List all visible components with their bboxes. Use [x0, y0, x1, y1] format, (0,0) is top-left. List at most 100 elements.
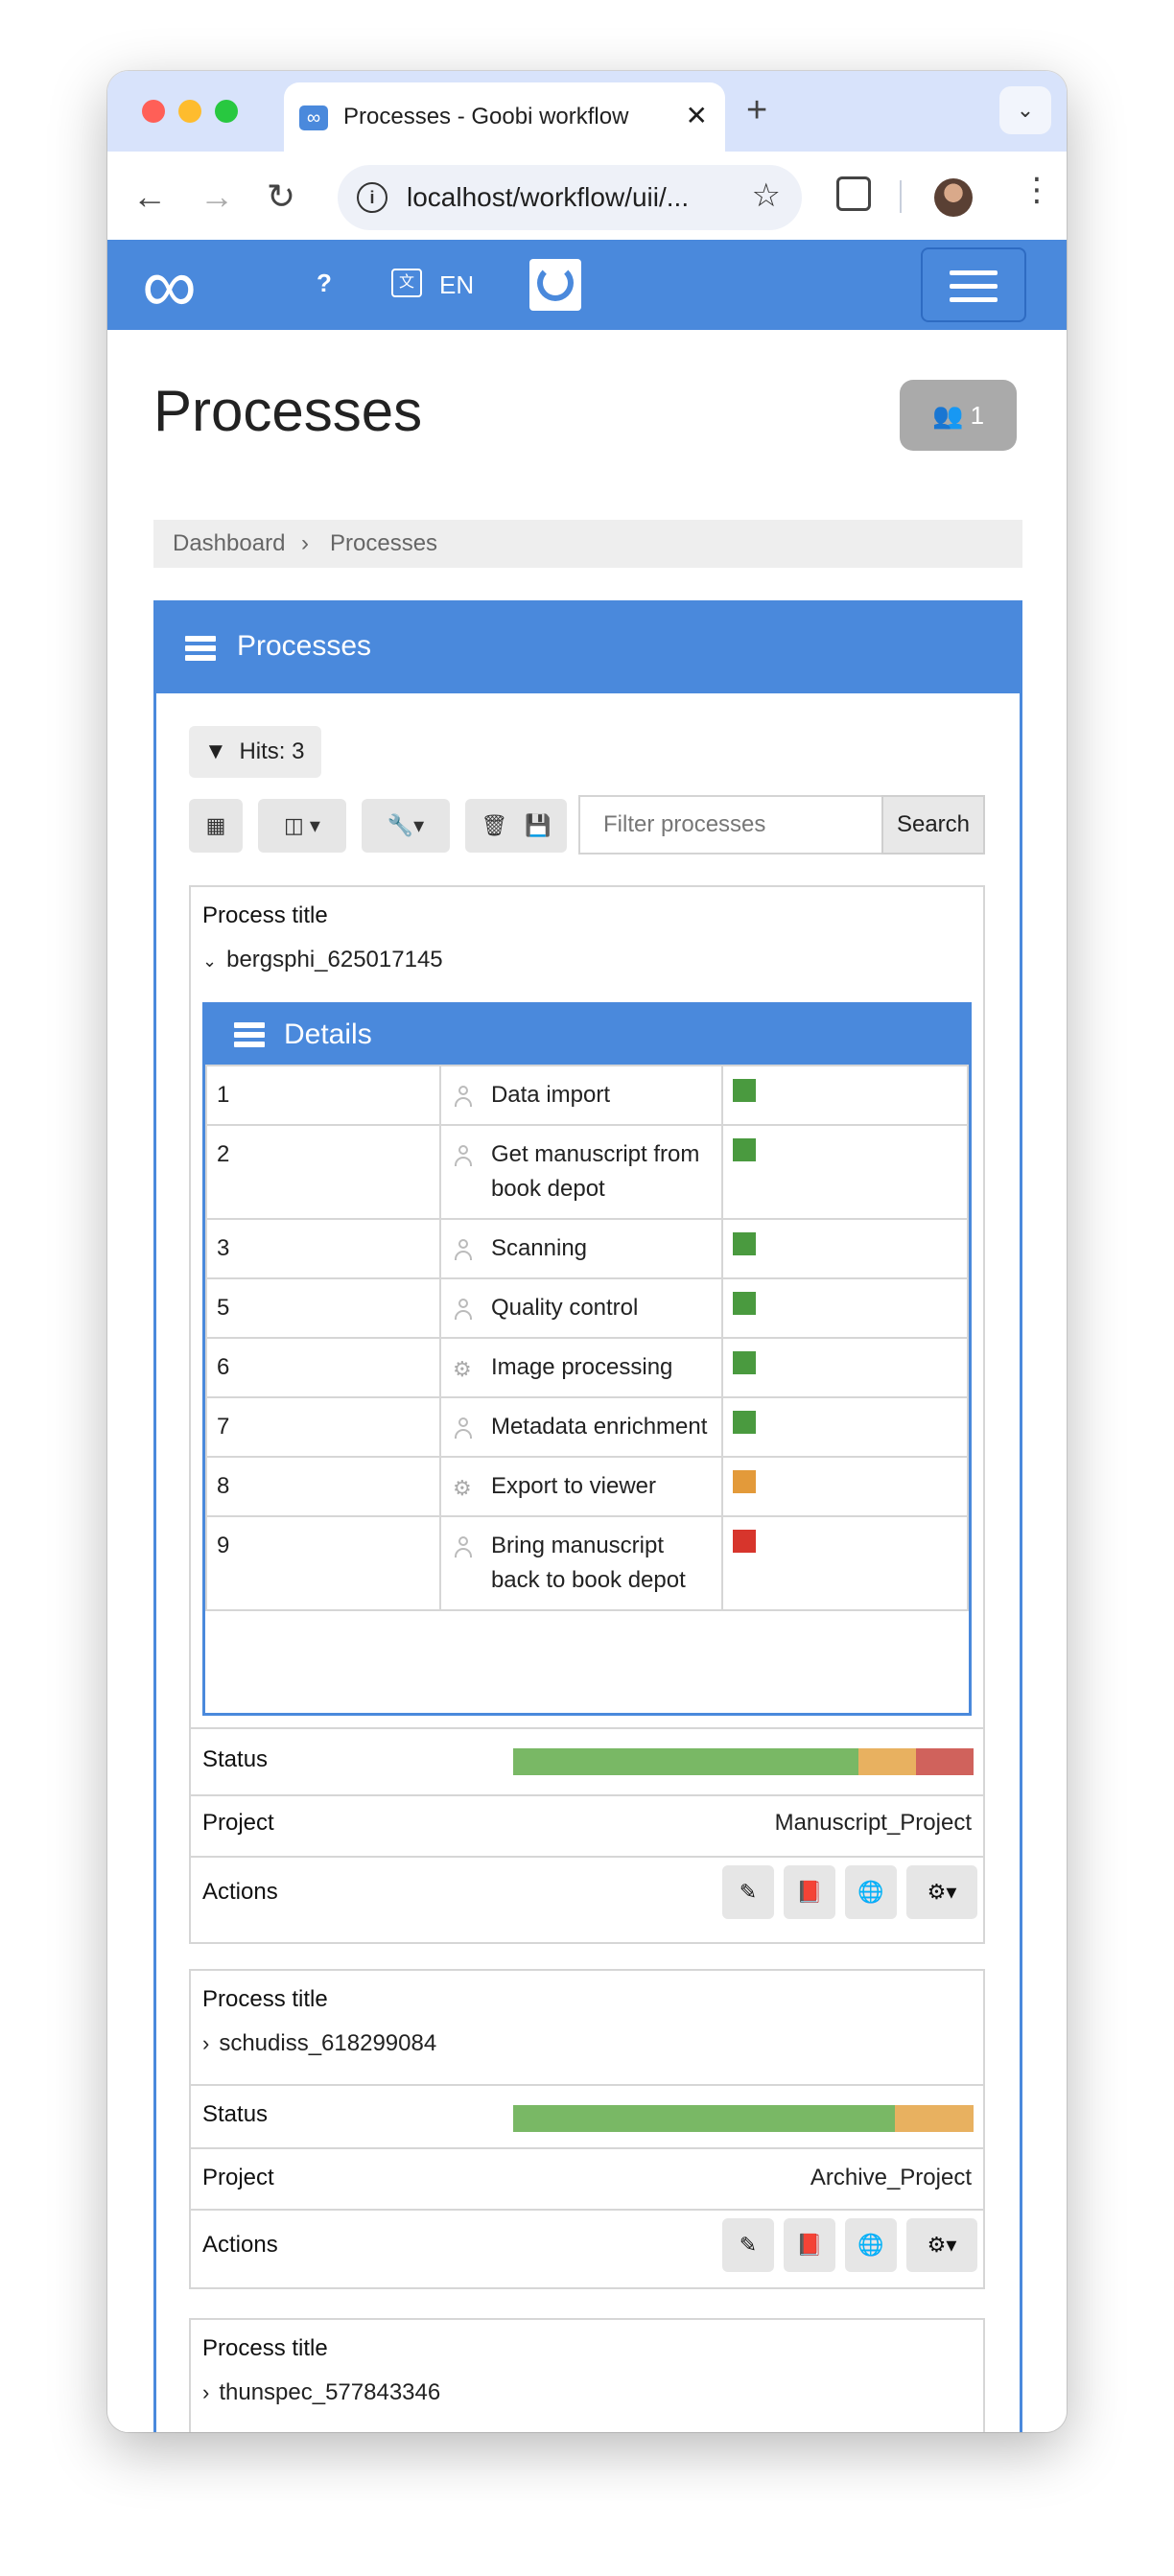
step-row: 2 Get manuscript from book depot	[205, 1124, 969, 1220]
processes-box: Processes ▼ Hits: 3 ▦ ◫ ▾ 🔧▾ 🗑 💾 Filter p…	[153, 600, 1022, 2432]
status-segment-open	[895, 2105, 974, 2132]
grid-view-button[interactable]: ▦	[189, 799, 243, 853]
step-number: 1	[205, 1065, 441, 1126]
columns-dropdown-button[interactable]: ◫ ▾	[258, 799, 346, 853]
step-number: 8	[205, 1456, 441, 1517]
hamburger-menu-button[interactable]	[921, 247, 1026, 322]
step-status	[721, 1277, 969, 1339]
status-progress-bar	[513, 1748, 974, 1775]
close-window-button[interactable]	[142, 100, 165, 123]
save-icon[interactable]: 💾	[525, 813, 551, 837]
project-label: Project	[202, 2165, 274, 2190]
edit-pencil-icon[interactable]: ✎	[722, 1865, 774, 1919]
site-info-icon[interactable]: i	[357, 182, 387, 213]
chevron-right-icon[interactable]: ›	[202, 2380, 209, 2404]
step-row: 7 Metadata enrichment	[205, 1396, 969, 1458]
step-status-square	[733, 1411, 757, 1434]
step-status	[721, 1396, 969, 1458]
metadata-book-icon[interactable]: 📕	[784, 1865, 835, 1919]
actions-label: Actions	[202, 2232, 278, 2258]
details-header: Details	[205, 1005, 969, 1065]
step-task[interactable]: Data import	[438, 1065, 724, 1126]
step-status-square	[733, 1351, 757, 1374]
goobi-logo-icon[interactable]: ∞	[142, 247, 197, 324]
delete-save-button-group: 🗑 💾	[465, 799, 567, 853]
user-task-icon	[454, 1239, 472, 1260]
profile-avatar[interactable]	[934, 178, 973, 217]
process-title-value[interactable]: › schudiss_618299084	[202, 2030, 436, 2057]
new-tab-icon[interactable]: +	[746, 90, 767, 131]
step-task[interactable]: Metadata enrichment	[438, 1396, 724, 1458]
settings-gear-dropdown-icon[interactable]: ⚙▾	[906, 2218, 977, 2272]
step-status	[721, 1124, 969, 1220]
step-task[interactable]: Quality control	[438, 1277, 724, 1339]
user-task-icon	[454, 1536, 472, 1557]
trash-icon[interactable]: 🗑	[481, 813, 507, 837]
step-status	[721, 1515, 969, 1611]
process-title-label: Process title	[202, 902, 328, 928]
minimize-window-button[interactable]	[178, 100, 201, 123]
bookmark-star-icon[interactable]: ☆	[752, 176, 781, 215]
tab-strip: ∞ Processes - Goobi workflow ✕ + ⌄	[107, 71, 1067, 152]
browser-menu-icon[interactable]: ⋮	[1021, 171, 1053, 209]
globe-icon[interactable]: 🌐	[845, 2218, 897, 2272]
chevron-right-icon[interactable]: ›	[202, 2031, 209, 2055]
language-icon[interactable]: 文	[391, 269, 422, 297]
reload-icon[interactable]: ↻	[267, 176, 295, 217]
status-segment-done	[513, 1748, 858, 1775]
search-button[interactable]: Search	[881, 795, 985, 855]
step-row: 5 Quality control	[205, 1277, 969, 1339]
close-tab-icon[interactable]: ✕	[686, 100, 708, 131]
breadcrumb-item-processes: Processes	[330, 530, 438, 556]
maximize-window-button[interactable]	[215, 100, 238, 123]
step-task[interactable]: ⚙ Image processing	[438, 1337, 724, 1398]
institution-logo-icon[interactable]	[529, 259, 581, 311]
process-card: Process title ⌄ bergsphi_625017145 Detail…	[189, 885, 985, 1944]
help-link[interactable]: ?	[317, 269, 332, 298]
tab-search-chevron-icon[interactable]: ⌄	[999, 86, 1051, 134]
filter-processes-input[interactable]: Filter processes	[578, 795, 881, 855]
settings-gear-dropdown-icon[interactable]: ⚙▾	[906, 1865, 977, 1919]
columns-icon: ◫ ▾	[284, 813, 320, 837]
project-value: Archive_Project	[810, 2165, 972, 2190]
step-task-label: Data import	[490, 1082, 610, 1108]
app-navbar: ∞ ? 文 EN	[107, 240, 1067, 330]
step-task-label: Metadata enrichment	[490, 1414, 708, 1440]
breadcrumb-item-dashboard[interactable]: Dashboard	[173, 520, 285, 568]
divider	[191, 1794, 983, 1796]
extensions-icon[interactable]	[836, 176, 871, 211]
metadata-book-icon[interactable]: 📕	[784, 2218, 835, 2272]
process-title-value[interactable]: ⌄ bergsphi_625017145	[202, 947, 443, 973]
address-bar[interactable]: i localhost/workflow/uii/... ☆	[338, 165, 802, 230]
step-status-square	[733, 1530, 757, 1553]
chevron-down-icon[interactable]: ⌄	[202, 951, 217, 971]
tools-dropdown-button[interactable]: 🔧▾	[362, 799, 450, 853]
step-task[interactable]: Bring manuscript back to book depot	[438, 1515, 724, 1611]
tasks-list-icon	[185, 636, 216, 661]
divider	[191, 2147, 983, 2149]
step-status	[721, 1065, 969, 1126]
project-value: Manuscript_Project	[774, 1810, 972, 1836]
automatic-task-gear-icon: ⚙	[452, 1357, 472, 1381]
edit-pencil-icon[interactable]: ✎	[722, 2218, 774, 2272]
active-users-button[interactable]: 👥 1	[900, 380, 1017, 451]
globe-icon[interactable]: 🌐	[845, 1865, 897, 1919]
step-number: 6	[205, 1337, 441, 1398]
breadcrumb: Dashboard › Processes	[153, 520, 1022, 568]
forward-arrow-icon[interactable]: →	[200, 176, 234, 217]
language-selector[interactable]: EN	[439, 270, 474, 300]
step-number: 2	[205, 1124, 441, 1220]
step-status-square	[733, 1138, 757, 1161]
user-task-icon	[454, 1299, 472, 1320]
step-row: 6 ⚙ Image processing	[205, 1337, 969, 1398]
step-task[interactable]: ⚙ Export to viewer	[438, 1456, 724, 1517]
step-task-label: Export to viewer	[490, 1473, 657, 1499]
browser-tab[interactable]: ∞ Processes - Goobi workflow ✕	[284, 82, 725, 152]
url-text[interactable]: localhost/workflow/uii/...	[407, 182, 689, 213]
step-task[interactable]: Get manuscript from book depot	[438, 1124, 724, 1220]
process-title-value[interactable]: › thunspec_577843346	[202, 2379, 440, 2406]
back-arrow-icon[interactable]: ←	[132, 176, 167, 217]
status-progress-bar	[513, 2105, 974, 2132]
hits-filter-button[interactable]: ▼ Hits: 3	[189, 726, 321, 778]
step-task[interactable]: Scanning	[438, 1218, 724, 1279]
